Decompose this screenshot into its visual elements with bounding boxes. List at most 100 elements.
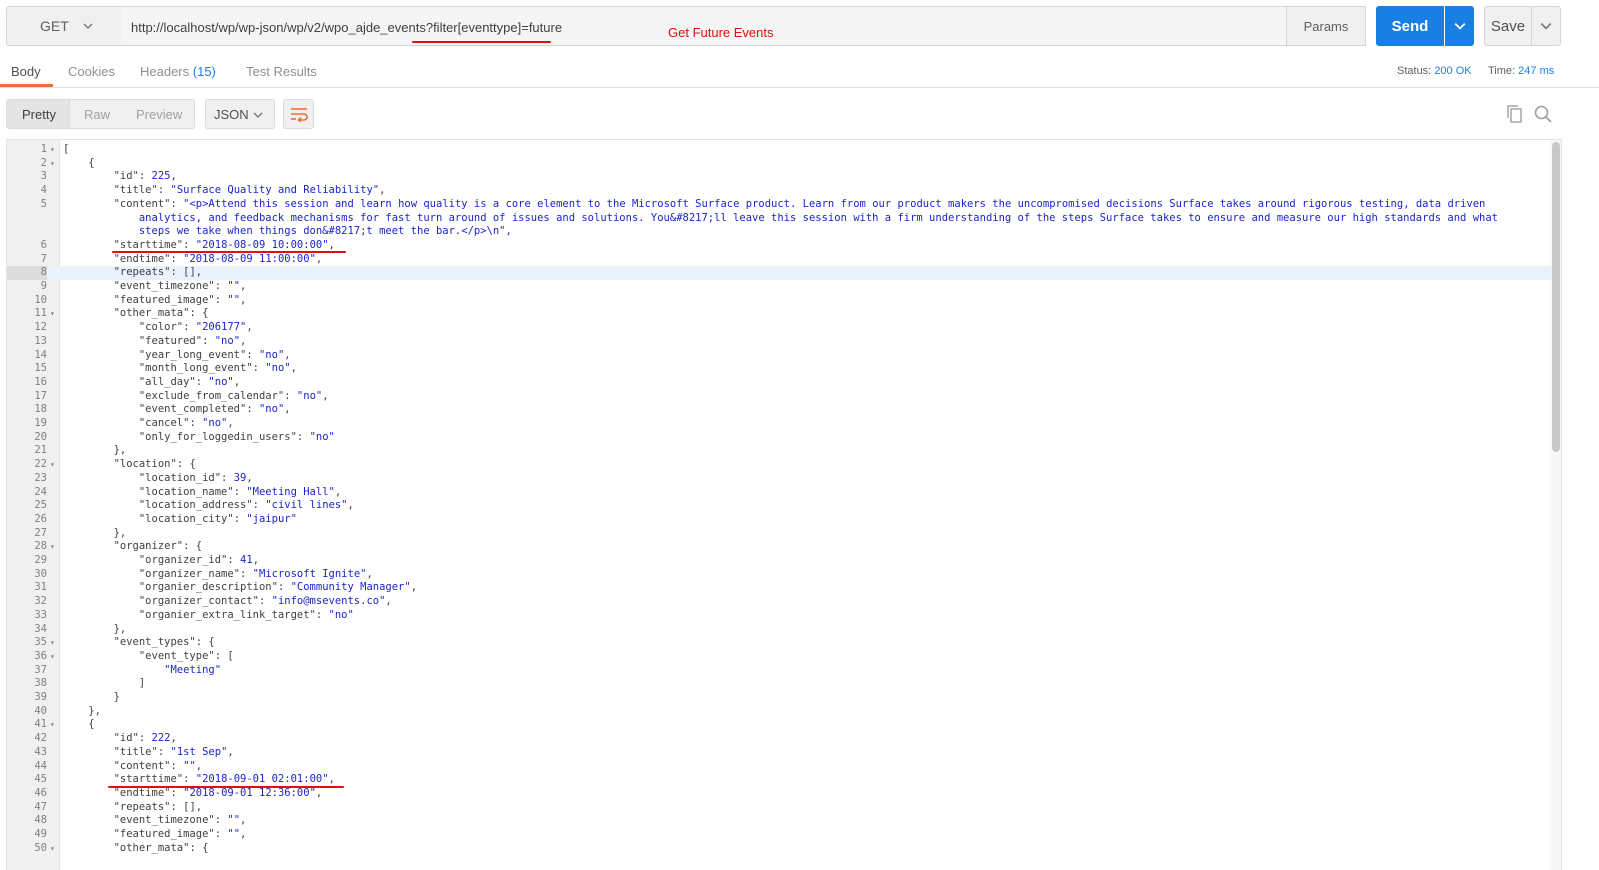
code-line: 39 } <box>7 691 1552 705</box>
annotation-label: Get Future Events <box>668 25 774 40</box>
code-text: "repeats": [], <box>113 266 203 279</box>
code-line: 23 "location_id": 39, <box>7 472 1552 486</box>
line-number: 12 <box>34 321 47 334</box>
time-value: 247 ms <box>1518 65 1555 77</box>
code-text: "month_long_event": "no", <box>138 362 297 375</box>
code-text: "starttime": "2018-09-01 02:01:00", <box>113 773 335 786</box>
active-tab-indicator <box>0 84 53 87</box>
wrap-lines-icon <box>290 108 308 122</box>
code-text: "featured_image": "", <box>113 828 247 840</box>
line-number: 44 <box>34 759 47 772</box>
code-line: 28 ▾ "organizer": { <box>7 540 1552 554</box>
line-number: 19 <box>34 417 47 429</box>
line-number: 16 <box>34 375 47 388</box>
code-line: 31 "organier_description": "Community Ma… <box>7 581 1552 595</box>
line-number: 33 <box>34 608 47 621</box>
response-tabs: Body Cookies Headers (15) Test Results <box>0 56 1599 88</box>
status-label: Status: <box>1397 65 1432 77</box>
pretty-button[interactable]: Pretty <box>22 107 56 122</box>
code-line: 35 ▾ "event_types": { <box>7 636 1552 650</box>
line-number: 27 <box>34 526 47 539</box>
line-number: 5 <box>40 197 47 210</box>
code-line: 7 "endtime": "2018-08-09 11:00:00", <box>7 253 1552 267</box>
code-text: "location_address": "civil lines", <box>138 499 354 512</box>
fold-toggle-icon[interactable]: ▾ <box>50 143 58 157</box>
code-text: "event_timezone": "", <box>113 280 247 292</box>
code-line: analytics, and feedback mechanisms for f… <box>7 212 1552 226</box>
code-text: "organizer_name": "Microsoft Ignite", <box>138 567 373 580</box>
code-line: 34 }, <box>7 623 1552 637</box>
code-text: "featured_image": "", <box>113 293 247 306</box>
starttime-highlight-underline <box>108 786 344 788</box>
tab-cookies[interactable]: Cookies <box>68 64 115 79</box>
line-number: 11 <box>34 307 47 320</box>
code-text: "title": "Surface Quality and Reliabilit… <box>113 184 386 197</box>
fold-toggle-icon[interactable]: ▾ <box>50 540 58 554</box>
starttime-highlight-underline <box>112 251 346 253</box>
code-text: "endtime": "2018-08-09 11:00:00", <box>113 252 323 265</box>
line-number: 7 <box>40 252 47 265</box>
code-line: 12 "color": "206177", <box>7 321 1552 335</box>
code-line: 42 "id": 222, <box>7 732 1552 746</box>
code-line: 41 ▾ { <box>7 718 1552 732</box>
chevron-down-icon <box>83 23 93 29</box>
code-text: "location": { <box>113 458 196 471</box>
request-bar: GET http://localhost/wp/wp-json/wp/v2/wp… <box>0 0 1599 56</box>
raw-button[interactable]: Raw <box>84 107 110 122</box>
line-number: 29 <box>34 554 47 566</box>
code-line: 25 "location_address": "civil lines", <box>7 499 1552 513</box>
tab-test-results[interactable]: Test Results <box>246 64 317 79</box>
line-number: 43 <box>34 745 47 758</box>
url-highlight-underline <box>412 41 551 43</box>
send-button[interactable]: Send <box>1376 6 1444 46</box>
code-text: } <box>63 691 120 703</box>
scrollbar-thumb[interactable] <box>1552 142 1560 452</box>
code-line: 24 "location_name": "Meeting Hall", <box>7 486 1552 500</box>
time-readout: Time: 247 ms <box>1488 65 1554 77</box>
line-number: 34 <box>34 622 47 635</box>
line-number: 32 <box>34 595 47 608</box>
code-line: 44 "content": "", <box>7 760 1552 774</box>
url-input[interactable]: http://localhost/wp/wp-json/wp/v2/wpo_aj… <box>121 6 1287 46</box>
save-button[interactable]: Save <box>1484 6 1532 46</box>
line-number: 20 <box>34 430 47 443</box>
time-label: Time: <box>1488 65 1516 77</box>
send-options-button[interactable] <box>1445 6 1474 46</box>
line-number: 46 <box>34 786 47 799</box>
copy-icon[interactable] <box>1505 104 1525 124</box>
fold-toggle-icon[interactable]: ▾ <box>50 307 58 321</box>
tab-body[interactable]: Body <box>11 64 41 79</box>
line-number: 9 <box>40 280 47 292</box>
fold-toggle-icon[interactable]: ▾ <box>50 157 58 171</box>
fold-toggle-icon[interactable]: ▾ <box>50 650 58 664</box>
code-line: 1 ▾ [ <box>7 143 1552 157</box>
tab-headers[interactable]: Headers (15) <box>140 64 216 79</box>
tab-headers-label: Headers <box>140 64 190 79</box>
params-button[interactable]: Params <box>1286 6 1366 46</box>
save-options-button[interactable] <box>1532 6 1561 46</box>
line-number: 2 <box>40 156 47 169</box>
code-text: "event_types": { <box>113 636 215 649</box>
code-text: "other_mata": { <box>113 307 209 320</box>
code-line: 38 ] <box>7 677 1552 691</box>
fold-toggle-icon[interactable]: ▾ <box>50 842 58 856</box>
fold-toggle-icon[interactable]: ▾ <box>50 458 58 472</box>
code-line: 47 "repeats": [], <box>7 801 1552 815</box>
response-body-editor[interactable]: 1 ▾[2 ▾ {3 "id": 225, 4 "title": "Surface Q… <box>6 139 1562 870</box>
headers-count-badge: (15) <box>192 64 216 79</box>
chevron-down-icon <box>253 112 263 118</box>
preview-button[interactable]: Preview <box>136 107 182 122</box>
wrap-lines-button[interactable] <box>283 99 314 129</box>
language-select[interactable]: JSON <box>205 99 275 129</box>
code-text: "organizer_id": 41, <box>138 554 260 566</box>
search-icon[interactable] <box>1533 104 1553 124</box>
line-number: 14 <box>34 348 47 361</box>
line-number: 41 <box>34 718 47 731</box>
code-text: "cancel": "no", <box>138 417 234 429</box>
fold-toggle-icon[interactable]: ▾ <box>50 718 58 732</box>
code-line: 20 "only_for_loggedin_users": "no" <box>7 431 1552 445</box>
method-select[interactable]: GET <box>6 6 122 46</box>
code-text: "only_for_loggedin_users": "no" <box>138 430 335 443</box>
fold-toggle-icon[interactable]: ▾ <box>50 636 58 650</box>
code-line: 18 "event_completed": "no", <box>7 403 1552 417</box>
